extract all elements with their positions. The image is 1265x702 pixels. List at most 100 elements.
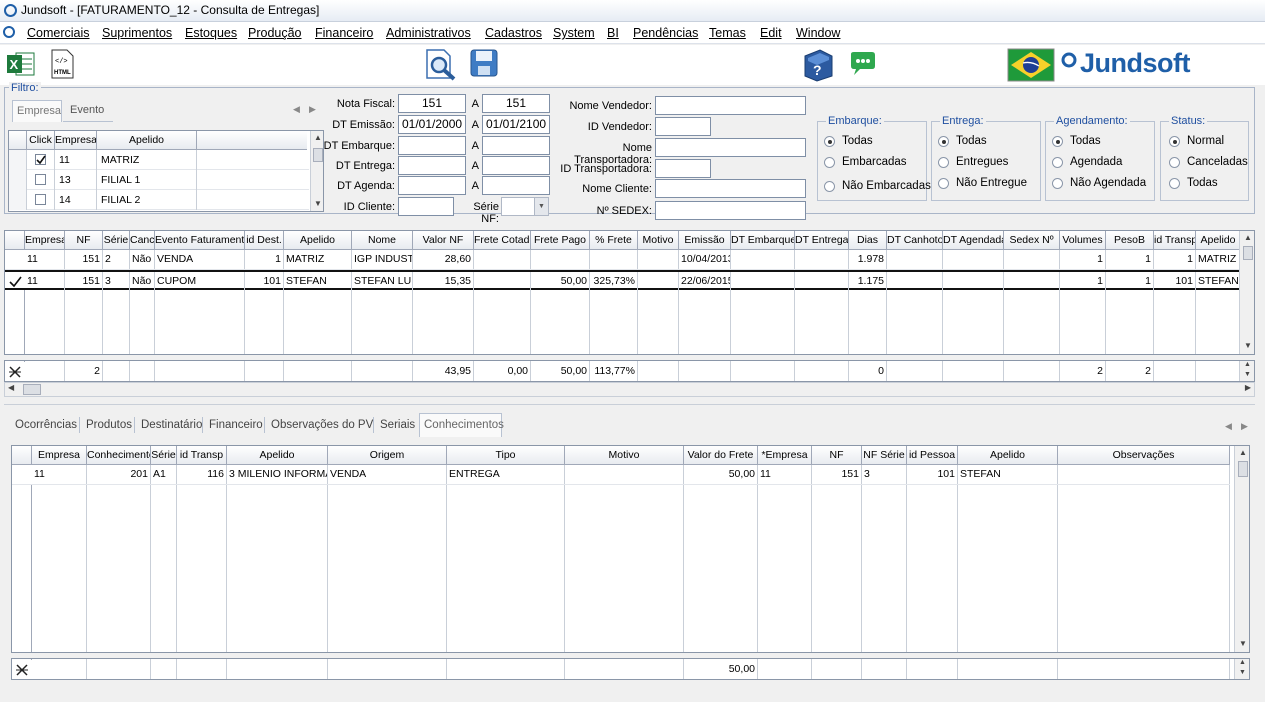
serie-nf-select[interactable]: ▼ bbox=[501, 197, 549, 216]
menu-system[interactable]: System bbox=[553, 26, 595, 40]
conhecimento-header[interactable]: NF bbox=[812, 446, 862, 465]
conhecimentos-totals-spinner[interactable]: ▲ ▼ bbox=[1234, 659, 1249, 679]
header-empresa[interactable]: Empresa bbox=[55, 131, 97, 150]
deliveries-header[interactable]: Valor NF bbox=[413, 231, 474, 250]
deliveries-header[interactable]: Sedex Nº bbox=[1004, 231, 1060, 250]
conhecimento-header[interactable]: Origem bbox=[328, 446, 447, 465]
menu-window[interactable]: Window bbox=[796, 26, 840, 40]
conhecimento-header[interactable]: id Transp bbox=[177, 446, 227, 465]
menu-edit[interactable]: Edit bbox=[760, 26, 782, 40]
tab-evento[interactable]: Evento bbox=[63, 100, 113, 122]
nome-vendedor-input[interactable] bbox=[655, 96, 806, 115]
tab-financeiro[interactable]: Financeiro bbox=[206, 419, 266, 431]
header-click[interactable]: Click bbox=[27, 131, 55, 150]
tab-seriais[interactable]: Seriais bbox=[377, 419, 418, 431]
id-cliente-input[interactable] bbox=[398, 197, 454, 216]
tab-empresa[interactable]: Empresa bbox=[12, 100, 62, 122]
deliveries-header[interactable]: DT Agendada bbox=[943, 231, 1004, 250]
search-document-icon[interactable] bbox=[424, 48, 458, 82]
conhecimento-header[interactable]: Conhecimento bbox=[87, 446, 151, 465]
help-book-icon[interactable]: ? bbox=[802, 48, 834, 82]
dt-embarque-from-input[interactable] bbox=[398, 136, 466, 155]
dt-agenda-to-input[interactable] bbox=[482, 176, 550, 195]
deliveries-header[interactable]: DT Canhoto bbox=[887, 231, 943, 250]
conhecimento-header[interactable]: *Empresa bbox=[758, 446, 812, 465]
deliveries-row[interactable]: 111512NãoVENDA1MATRIZIGP INDUSTR28,6010/… bbox=[5, 250, 1241, 270]
tab-scroll-right-icon[interactable]: ▶ bbox=[1241, 421, 1248, 432]
excel-export-icon[interactable]: X bbox=[6, 51, 36, 77]
deliveries-header[interactable]: Dias bbox=[849, 231, 887, 250]
menu-pendencias[interactable]: Pendências bbox=[633, 26, 698, 40]
deliveries-header[interactable]: Canc bbox=[130, 231, 155, 250]
dt-emissao-from-input[interactable]: 01/01/2000 bbox=[398, 115, 466, 134]
header-apelido[interactable]: Apelido bbox=[97, 131, 197, 150]
chat-icon[interactable] bbox=[849, 51, 877, 77]
conhecimentos-vertical-scrollbar[interactable]: ▲ ▼ bbox=[1234, 446, 1249, 652]
tab-destinatario[interactable]: Destinatário bbox=[138, 419, 205, 431]
dt-entrega-from-input[interactable] bbox=[398, 156, 466, 175]
conhecimento-header[interactable]: Apelido bbox=[958, 446, 1058, 465]
menu-financeiro[interactable]: Financeiro bbox=[315, 26, 373, 40]
deliveries-header[interactable]: PesoB bbox=[1106, 231, 1154, 250]
deliveries-header[interactable]: Apelido bbox=[1196, 231, 1241, 250]
deliveries-header[interactable]: DT Embarque bbox=[731, 231, 795, 250]
company-checkbox[interactable] bbox=[35, 174, 46, 185]
deliveries-header[interactable]: Evento Faturamento bbox=[155, 231, 245, 250]
deliveries-header[interactable]: Apelido bbox=[284, 231, 352, 250]
conhecimento-header[interactable]: Série bbox=[151, 446, 177, 465]
menu-cadastros[interactable]: Cadastros bbox=[485, 26, 542, 40]
deliveries-total-row[interactable]: 2 43,95 0,00 50,00 113,77% 0 2 2 bbox=[5, 362, 1241, 381]
dt-agenda-from-input[interactable] bbox=[398, 176, 466, 195]
conhecimento-row[interactable]: 11 201 A1 116 3 MILENIO INFORMAT VENDA ENTREGA… bbox=[12, 465, 1230, 485]
deliveries-header[interactable]: Motivo bbox=[638, 231, 679, 250]
conhecimento-header[interactable]: Apelido bbox=[227, 446, 328, 465]
tab-produtos[interactable]: Produtos bbox=[83, 419, 135, 431]
deliveries-horizontal-scrollbar[interactable]: ◀ ▶ bbox=[4, 382, 1255, 397]
deliveries-row[interactable]: 11 151 3 Não CUPOM 101 STEFAN STEFAN LUI 15,35 50… bbox=[5, 270, 1241, 291]
conhecimento-header[interactable]: Tipo bbox=[447, 446, 565, 465]
tab-conhecimentos[interactable]: Conhecimentos bbox=[419, 413, 504, 437]
html-export-icon[interactable]: </> HTML bbox=[51, 49, 75, 79]
menu-bi[interactable]: BI bbox=[607, 26, 619, 40]
deliveries-header[interactable]: id Transp bbox=[1154, 231, 1196, 250]
company-row[interactable]: 11 MATRIZ bbox=[9, 150, 309, 170]
nome-transportadora-input[interactable] bbox=[655, 138, 806, 157]
conhecimento-header[interactable]: NF Série bbox=[862, 446, 907, 465]
deliveries-vertical-scrollbar[interactable]: ▲ ▼ bbox=[1239, 231, 1254, 354]
deliveries-header[interactable]: % Frete bbox=[590, 231, 638, 250]
conhecimento-header[interactable]: id Pessoa bbox=[907, 446, 958, 465]
company-row[interactable]: 14 FILIAL 2 bbox=[9, 190, 309, 210]
deliveries-totals-spinner[interactable]: ▲ ▼ bbox=[1239, 361, 1254, 381]
nome-cliente-input[interactable] bbox=[655, 179, 806, 198]
menu-estoques[interactable]: Estoques bbox=[185, 26, 237, 40]
menu-temas[interactable]: Temas bbox=[709, 26, 746, 40]
deliveries-header[interactable]: Frete Pago bbox=[531, 231, 590, 250]
deliveries-header[interactable]: Volumes bbox=[1060, 231, 1106, 250]
nota-fiscal-to-input[interactable]: 151 bbox=[482, 94, 550, 113]
conhecimento-header[interactable]: Observações bbox=[1058, 446, 1230, 465]
conhecimento-header[interactable]: Valor do Frete bbox=[684, 446, 758, 465]
deliveries-header[interactable]: DT Entrega bbox=[795, 231, 849, 250]
menu-administrativos[interactable]: Administrativos bbox=[386, 26, 471, 40]
id-vendedor-input[interactable] bbox=[655, 117, 711, 136]
dt-emissao-to-input[interactable]: 01/01/2100 bbox=[482, 115, 550, 134]
conhecimento-header[interactable]: Empresa bbox=[32, 446, 87, 465]
system-menu-icon[interactable] bbox=[3, 26, 15, 38]
menu-comerciais[interactable]: Comerciais bbox=[27, 26, 90, 40]
tab-observacoes-pv[interactable]: Observações do PV bbox=[268, 419, 376, 431]
dt-entrega-to-input[interactable] bbox=[482, 156, 550, 175]
deliveries-header[interactable]: Empresa bbox=[25, 231, 65, 250]
deliveries-header[interactable]: Série bbox=[103, 231, 130, 250]
deliveries-header[interactable]: id Dest. bbox=[245, 231, 284, 250]
tab-scroll-left-icon[interactable]: ◀ bbox=[293, 104, 300, 115]
tab-scroll-left-icon[interactable]: ◀ bbox=[1225, 421, 1232, 432]
deliveries-header[interactable]: NF bbox=[65, 231, 103, 250]
nota-fiscal-from-input[interactable]: 151 bbox=[398, 94, 466, 113]
sedex-input[interactable] bbox=[655, 201, 806, 220]
id-transportadora-input[interactable] bbox=[655, 159, 711, 178]
deliveries-header[interactable]: Emissão bbox=[679, 231, 731, 250]
deliveries-header[interactable]: Frete Cotado bbox=[474, 231, 531, 250]
company-checkbox[interactable] bbox=[35, 194, 46, 205]
menu-suprimentos[interactable]: Suprimentos bbox=[102, 26, 172, 40]
conhecimento-header[interactable]: Motivo bbox=[565, 446, 684, 465]
